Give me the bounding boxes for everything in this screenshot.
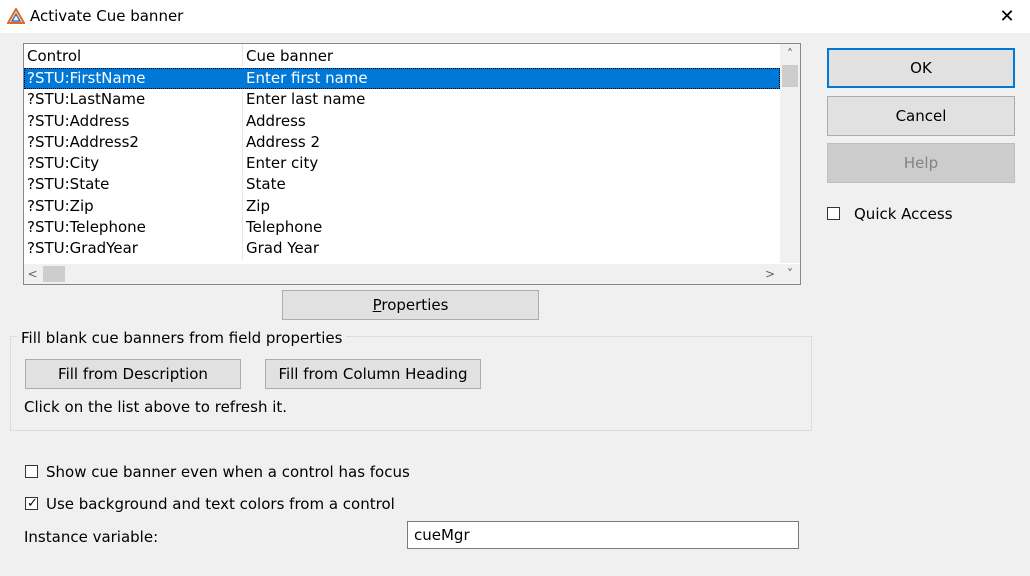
checkbox-box[interactable] [25, 465, 38, 478]
list-row[interactable]: ?STU:Zip Zip [24, 195, 780, 218]
vertical-scrollbar[interactable]: ˄ [780, 44, 800, 263]
cue-cell: Enter city [246, 154, 319, 173]
checkmark-icon: ✓ [27, 496, 38, 511]
list-row[interactable]: ?STU:State State [24, 174, 780, 196]
control-cell: ?STU:Address2 [24, 131, 243, 154]
ok-button[interactable]: OK [827, 48, 1015, 88]
use-colors-label: Use background and text colors from a co… [46, 495, 395, 513]
properties-button[interactable]: Properties [282, 290, 539, 320]
cue-cell: Enter last name [246, 90, 366, 109]
list-row[interactable]: ?STU:LastName Enter last name [24, 89, 780, 111]
cue-cell: State [246, 175, 286, 194]
scroll-left-icon[interactable]: < [24, 264, 41, 284]
cue-cell: Grad Year [246, 239, 320, 258]
instance-variable-input[interactable]: cueMgr [407, 521, 799, 549]
control-cell: ?STU:LastName [24, 89, 243, 111]
cue-cell: Zip [246, 196, 270, 215]
refresh-hint: Click on the list above to refresh it. [24, 398, 288, 416]
control-cell: ?STU:FirstName [24, 68, 243, 90]
close-button[interactable]: ✕ [984, 0, 1030, 33]
list-row[interactable]: ?STU:Telephone Telephone [24, 217, 780, 239]
list-row[interactable]: ?STU:FirstName Enter first name [24, 68, 780, 90]
list-header: Control Cue banner [24, 44, 780, 66]
window-title: Activate Cue banner [30, 7, 184, 25]
cue-cell: Address 2 [246, 132, 321, 151]
column-header-cue-banner[interactable]: Cue banner [243, 44, 780, 66]
fill-group-label: Fill blank cue banners from field proper… [17, 329, 347, 347]
scroll-down-icon[interactable]: ˅ [780, 264, 800, 284]
vertical-scroll-thumb[interactable] [782, 65, 798, 87]
cue-cell: Telephone [246, 218, 323, 237]
properties-label-rest: roperties [381, 296, 449, 314]
checkbox-box[interactable]: ✓ [25, 496, 38, 511]
quick-access-label: Quick Access [854, 205, 953, 223]
cue-banner-list[interactable]: Control Cue banner ?STU:FirstName Enter … [23, 43, 801, 285]
scroll-up-icon[interactable]: ˄ [780, 44, 800, 64]
list-rows: ?STU:FirstName Enter first name ?STU:Las… [24, 68, 780, 260]
list-row[interactable]: ?STU:GradYear Grad Year [24, 238, 780, 260]
control-cell: ?STU:City [24, 153, 243, 175]
control-cell: ?STU:Zip [24, 195, 243, 218]
instance-variable-label: Instance variable: [24, 528, 159, 546]
cue-cell: Enter first name [246, 69, 368, 87]
close-icon: ✕ [999, 6, 1015, 27]
cancel-button[interactable]: Cancel [827, 96, 1015, 136]
show-focus-label: Show cue banner even when a control has … [46, 463, 410, 481]
scroll-right-icon[interactable]: > [760, 264, 780, 284]
checkbox-box[interactable] [827, 207, 840, 220]
control-cell: ?STU:GradYear [24, 238, 243, 260]
fill-from-description-button[interactable]: Fill from Description [25, 359, 241, 389]
title-bar: Activate Cue banner ✕ [0, 0, 1030, 33]
list-row[interactable]: ?STU:Address2 Address 2 [24, 131, 780, 154]
cue-cell: Address [246, 111, 306, 130]
control-cell: ?STU:Address [24, 110, 243, 132]
control-cell: ?STU:Telephone [24, 217, 243, 239]
triangle-app-icon [7, 8, 25, 24]
help-button[interactable]: Help [827, 143, 1015, 183]
fill-from-column-heading-button[interactable]: Fill from Column Heading [265, 359, 481, 389]
list-row[interactable]: ?STU:Address Address [24, 110, 780, 132]
column-header-control[interactable]: Control [24, 44, 243, 66]
list-row[interactable]: ?STU:City Enter city [24, 153, 780, 175]
horizontal-scroll-thumb[interactable] [43, 266, 65, 282]
control-cell: ?STU:State [24, 174, 243, 196]
horizontal-scrollbar[interactable]: < > [24, 264, 780, 284]
